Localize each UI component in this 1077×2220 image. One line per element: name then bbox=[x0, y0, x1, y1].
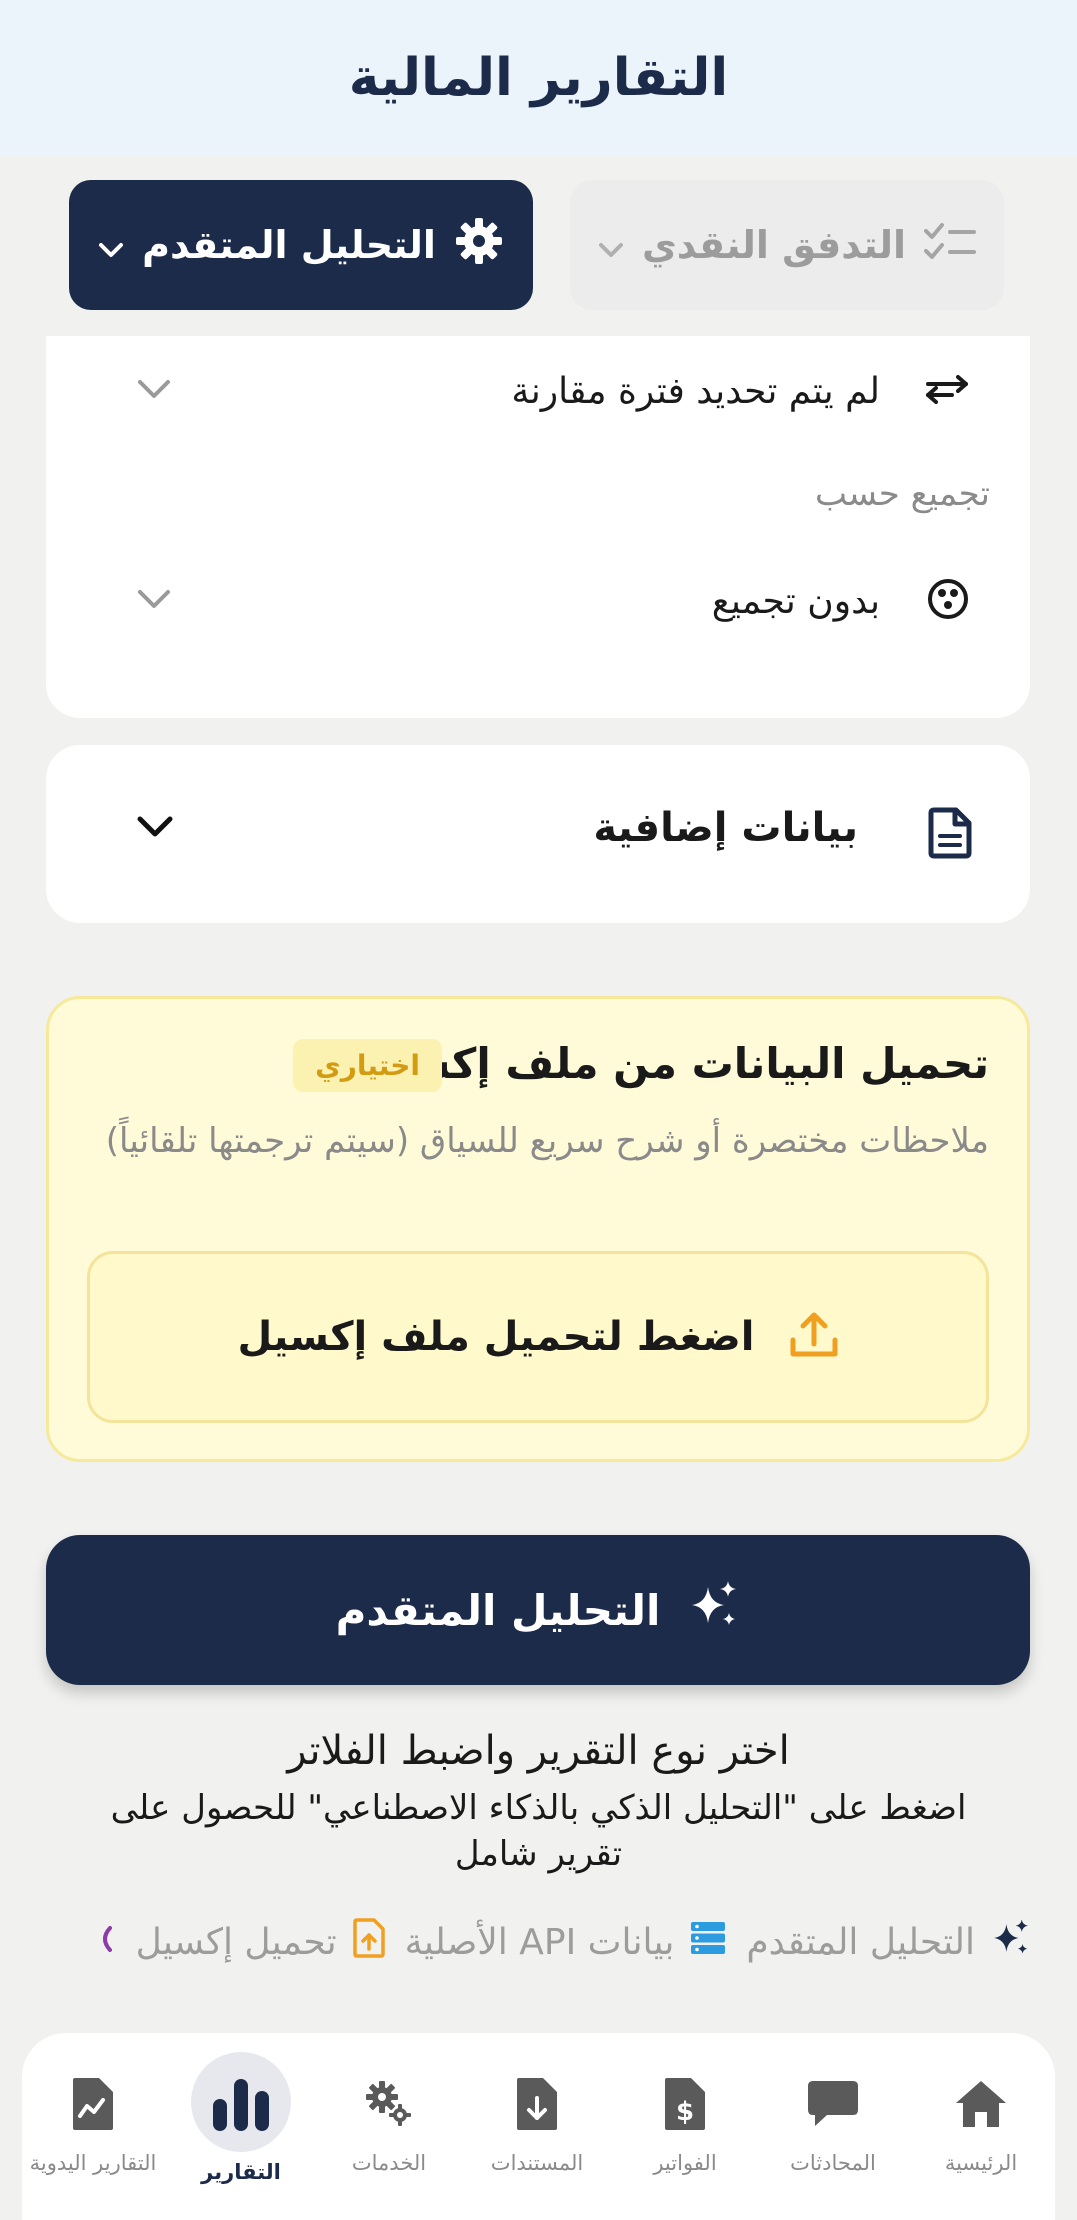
sparkles-icon bbox=[991, 1918, 1031, 1967]
upload-title: تحميل البيانات من ملف إكسيل bbox=[354, 1039, 989, 1088]
feature-label: تحميل إكسيل bbox=[135, 1921, 337, 1963]
chevron-down-icon bbox=[136, 378, 172, 404]
nav-label: الخدمات bbox=[351, 2151, 427, 2175]
server-icon bbox=[690, 1921, 726, 1964]
sparkles-icon bbox=[688, 1579, 740, 1641]
additional-data-accordion[interactable]: بيانات إضافية bbox=[46, 745, 1030, 923]
nav-item-home[interactable]: الرئيسية bbox=[907, 2033, 1055, 2220]
analysis-selector[interactable]: التحليل المتقدم bbox=[69, 180, 533, 310]
feature-item: تحميل إكسيل bbox=[135, 1917, 385, 1967]
checklist-icon bbox=[924, 221, 977, 270]
feature-label: التحليل المتقدم bbox=[746, 1921, 975, 1963]
upload-icon bbox=[789, 1310, 839, 1364]
home-icon bbox=[953, 2073, 1009, 2135]
gears-icon bbox=[364, 2073, 414, 2135]
nav-label: التقارير bbox=[201, 2160, 281, 2184]
advanced-analysis-label: التحليل المتقدم bbox=[335, 1585, 661, 1635]
nav-item-services[interactable]: الخدمات bbox=[315, 2033, 463, 2220]
nav-label: الفواتير bbox=[653, 2151, 717, 2175]
bar-chart-icon bbox=[209, 2073, 273, 2135]
hint-body: اضغط على "التحليل الذكي بالذكاء الاصطناع… bbox=[110, 1788, 967, 1874]
nav-item-chats[interactable]: المحادثات bbox=[759, 2033, 907, 2220]
chevron-down-icon bbox=[136, 588, 172, 614]
nav-item-reports[interactable]: التقارير bbox=[167, 2033, 315, 2220]
upload-excel-button[interactable]: اضغط لتحميل ملف إكسيل bbox=[87, 1251, 989, 1423]
feature-item: بيانات API الأصلية bbox=[405, 1921, 727, 1964]
group-by-label: تجميع حسب bbox=[815, 474, 990, 514]
nav-label: المحادثات bbox=[790, 2151, 876, 2175]
file-download-icon bbox=[515, 2073, 559, 2135]
gear-icon bbox=[454, 216, 504, 275]
comparison-period-value: لم يتم تحديد فترة مقارنة bbox=[511, 370, 880, 412]
upload-button-label: اضغط لتحميل ملف إكسيل bbox=[237, 1314, 755, 1360]
features-strip: التحليل المتقدم بيانات API الأصلية تحميل… bbox=[0, 1912, 1031, 1972]
nav-label: المستندات bbox=[490, 2151, 584, 2175]
partial-icon bbox=[96, 1922, 116, 1963]
analysis-label: التحليل المتقدم bbox=[142, 223, 436, 267]
group-by-select[interactable]: بدون تجميع bbox=[46, 561, 1030, 641]
excel-upload-card: تحميل البيانات من ملف إكسيل اختياري ملاح… bbox=[46, 996, 1030, 1462]
filters-card: لم يتم تحديد فترة مقارنة تجميع حسب بدون … bbox=[46, 336, 1030, 718]
feature-label: بيانات API الأصلية bbox=[404, 1921, 675, 1963]
nav-item-manual-reports[interactable]: التقارير اليدوية bbox=[19, 2033, 167, 2220]
file-chart-icon bbox=[71, 2073, 115, 2135]
invoice-icon: $ bbox=[663, 2073, 707, 2135]
document-icon bbox=[928, 807, 972, 863]
feature-item-clipped bbox=[96, 1922, 116, 1963]
chevron-down-icon bbox=[136, 815, 174, 843]
compare-arrows-icon bbox=[924, 373, 970, 409]
comparison-period-select[interactable]: لم يتم تحديد فترة مقارنة bbox=[46, 356, 1030, 426]
page-title: التقارير المالية bbox=[348, 47, 729, 108]
additional-data-label: بيانات إضافية bbox=[593, 805, 858, 851]
upload-description: ملاحظات مختصرة أو شرح سريع للسياق (سيتم … bbox=[105, 1121, 989, 1161]
advanced-analysis-button[interactable]: التحليل المتقدم bbox=[46, 1535, 1030, 1685]
group-by-value: بدون تجميع bbox=[711, 580, 880, 622]
report-type-selector[interactable]: التدفق النقدي bbox=[570, 180, 1004, 310]
feature-item: التحليل المتقدم bbox=[746, 1918, 1031, 1967]
optional-badge: اختياري bbox=[293, 1039, 442, 1092]
app-header: التقارير المالية bbox=[0, 0, 1077, 155]
nav-item-invoices[interactable]: $ الفواتير bbox=[611, 2033, 759, 2220]
hint-title: اختر نوع التقرير واضبط الفلاتر bbox=[287, 1728, 790, 1774]
nav-label: الرئيسية bbox=[944, 2151, 1018, 2175]
chevron-down-icon bbox=[598, 223, 624, 267]
nav-label: التقارير اليدوية bbox=[29, 2151, 157, 2175]
svg-text:$: $ bbox=[676, 2097, 694, 2127]
nav-item-documents[interactable]: المستندات bbox=[463, 2033, 611, 2220]
chat-icon bbox=[805, 2073, 861, 2135]
file-upload-icon bbox=[352, 1917, 385, 1967]
chevron-down-icon bbox=[98, 223, 124, 267]
bottom-nav: الرئيسية المحادثات $ الفواتير المستندات … bbox=[22, 2033, 1055, 2220]
report-type-label: التدفق النقدي bbox=[641, 223, 907, 267]
dots-circle-icon bbox=[926, 577, 970, 625]
